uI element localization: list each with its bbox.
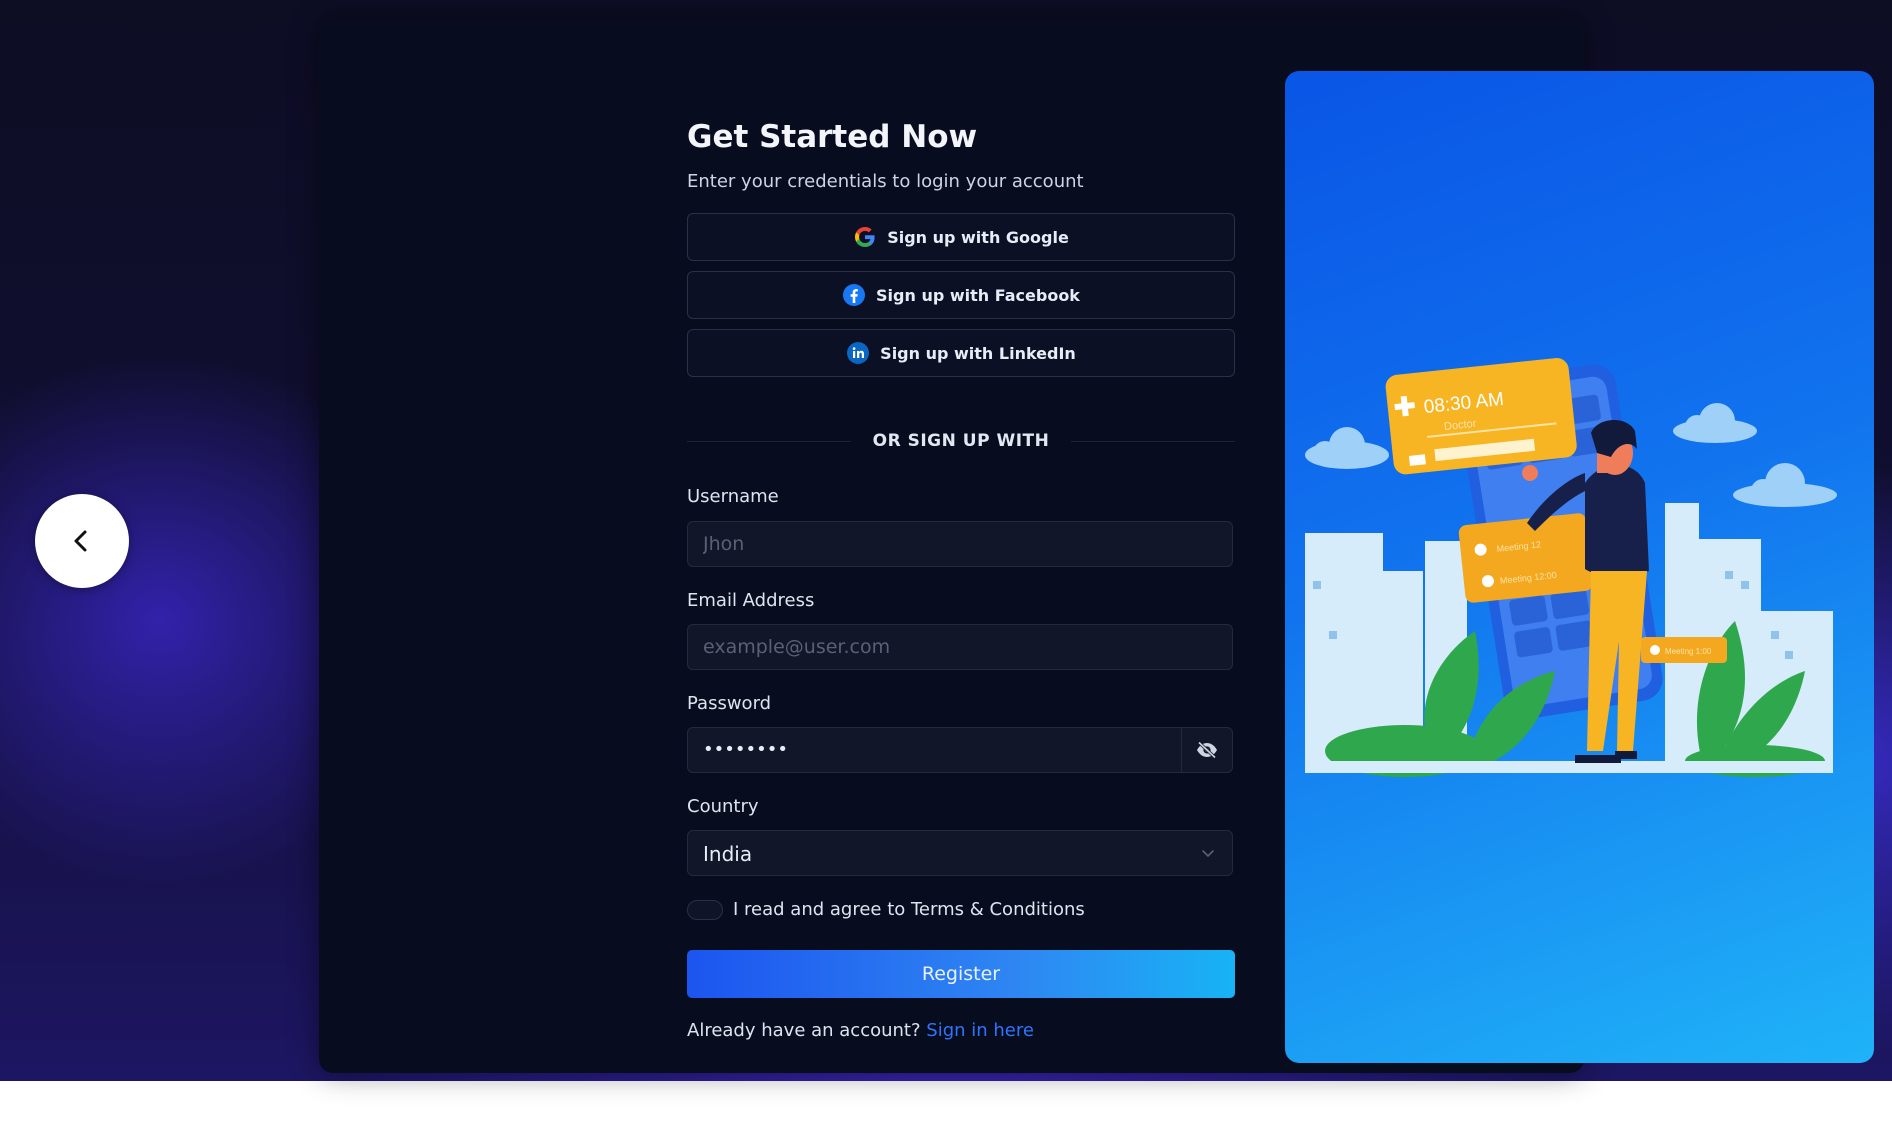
meeting-label-3: Meeting 1:00 [1665,647,1712,656]
google-signup-button[interactable]: Sign up with Google [687,213,1235,261]
google-signup-label: Sign up with Google [887,227,1069,247]
toggle-password-visibility-button[interactable] [1181,728,1232,772]
facebook-signup-label: Sign up with Facebook [876,285,1080,305]
divider-label: OR SIGN UP WITH [872,431,1050,451]
google-icon [853,225,877,249]
chevron-down-icon [1202,850,1214,858]
background-stage: Get Started Now Enter your credentials t… [0,0,1892,1081]
or-divider: OR SIGN UP WITH [687,429,1235,453]
country-label: Country [687,796,759,817]
linkedin-icon [846,341,870,365]
terms-label: I read and agree to Terms & Conditions [733,899,1085,920]
illustration-panel: 08:30 AM Doctor Meeting 12 Meeting 12:00… [1285,71,1874,1063]
signin-link[interactable]: Sign in here [926,1020,1034,1041]
username-input[interactable] [688,522,1232,566]
page-title: Get Started Now [687,119,978,155]
facebook-signup-button[interactable]: Sign up with Facebook [687,271,1235,319]
signin-row: Already have an account? Sign in here [687,1020,1034,1041]
email-field-wrap [687,624,1233,670]
eye-slash-icon [1197,741,1217,759]
page-subtitle: Enter your credentials to login your acc… [687,171,1084,192]
linkedin-signup-label: Sign up with LinkedIn [880,343,1076,363]
country-value: India [703,842,753,866]
password-value: •••••••• [703,739,788,760]
signup-card: Get Started Now Enter your credentials t… [319,21,1874,1073]
username-label: Username [687,486,779,507]
chevron-left-icon [74,530,87,552]
country-select[interactable]: India [687,830,1233,876]
illustration-image: 08:30 AM Doctor Meeting 12 Meeting 12:00… [1305,358,1837,777]
signin-prompt: Already have an account? [687,1020,921,1041]
terms-toggle[interactable] [687,899,723,920]
terms-row: I read and agree to Terms & Conditions [687,899,1085,920]
username-field-wrap [687,521,1233,567]
password-label: Password [687,693,772,714]
password-field[interactable]: •••••••• [687,727,1233,773]
register-button[interactable]: Register [687,950,1235,998]
previous-slide-button[interactable] [35,494,129,588]
email-input[interactable] [688,625,1232,669]
email-label: Email Address [687,590,815,611]
facebook-icon [842,283,866,307]
linkedin-signup-button[interactable]: Sign up with LinkedIn [687,329,1235,377]
